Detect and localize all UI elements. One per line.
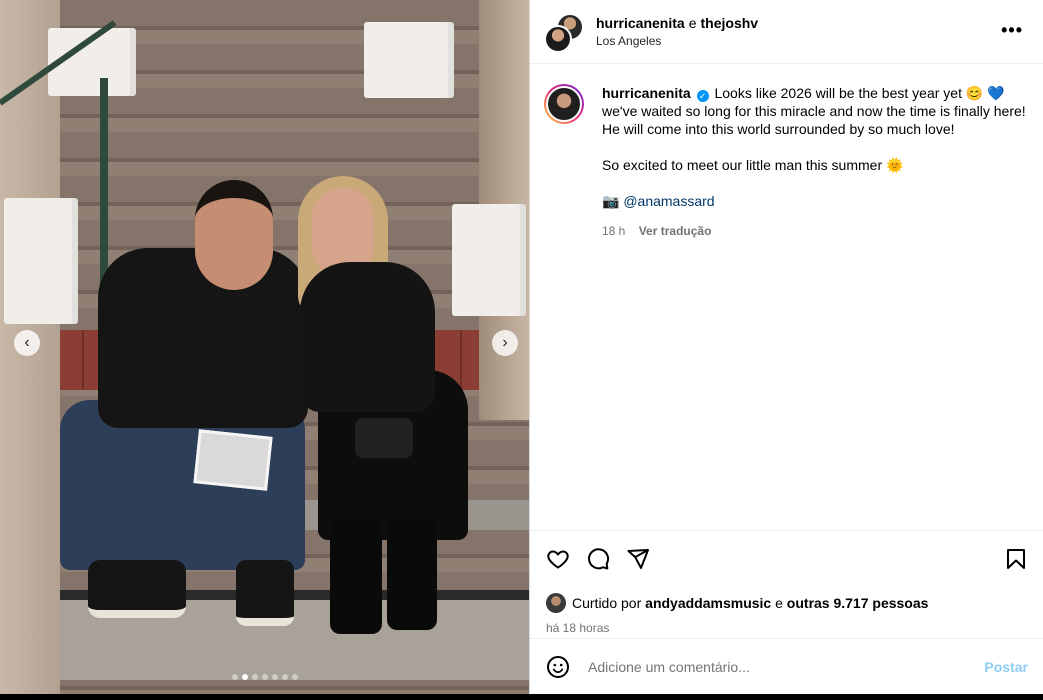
caption-body: hurricanenita ✓ Looks like 2026 will be … <box>602 84 1029 240</box>
heart-icon[interactable] <box>546 547 570 571</box>
location-link[interactable]: Los Angeles <box>596 34 758 48</box>
photo-woman-boot <box>330 520 382 634</box>
photo-man-shoe <box>236 560 294 626</box>
author-conjunction: e <box>688 15 697 31</box>
mention-link[interactable]: @anamassard <box>623 193 714 209</box>
carousel-prev-button[interactable]: ‹ <box>14 330 40 356</box>
author-link-thejoshv[interactable]: thejoshv <box>701 15 759 31</box>
carousel-dot <box>261 674 268 680</box>
post-side-panel: hurricanenita e thejoshv Los Angeles ••• h… <box>529 0 1043 694</box>
caption-time[interactable]: 18 h <box>602 224 625 238</box>
photo-planter <box>452 204 526 316</box>
verified-icon: ✓ <box>696 90 709 102</box>
post-comment-button[interactable]: Postar <box>984 659 1028 675</box>
carousel-dot <box>271 674 278 680</box>
caption-username[interactable]: hurricanenita <box>602 85 691 101</box>
photo-woman-boot <box>387 520 437 630</box>
collab-avatars[interactable] <box>544 12 584 53</box>
photo-planter <box>364 22 454 98</box>
carousel-dot-active <box>241 674 248 680</box>
carousel-dot <box>251 674 258 680</box>
caption-paragraph: hurricanenita ✓ Looks like 2026 will be … <box>602 84 1029 138</box>
liked-by-prefix: Curtido por <box>572 595 642 611</box>
likes-joiner: e <box>775 595 783 611</box>
photo-man <box>195 180 273 290</box>
photo-sonogram <box>193 429 273 491</box>
comment-input[interactable] <box>586 657 985 676</box>
caption-text-2: So excited to meet our little man this s… <box>602 157 904 173</box>
emoji-icon[interactable] <box>546 655 570 679</box>
carousel-next-button[interactable]: › <box>492 330 518 356</box>
bookmark-icon[interactable] <box>1004 547 1028 571</box>
carousel-dot <box>281 674 288 680</box>
chevron-right-icon: › <box>502 334 508 351</box>
chevron-left-icon: ‹ <box>24 334 30 351</box>
photo-baby-shoes <box>355 418 413 458</box>
avatar <box>544 24 572 53</box>
post-photo: ‹ › <box>0 0 529 694</box>
author-link-hurricanenita[interactable]: hurricanenita <box>596 15 685 31</box>
caption: hurricanenita ✓ Looks like 2026 will be … <box>530 64 1043 240</box>
post-actions: Curtido por andyaddamsmusic e outras 9.7… <box>530 530 1043 635</box>
likes-count-link[interactable]: outras 9.717 pessoas <box>787 595 929 611</box>
post-header: hurricanenita e thejoshv Los Angeles ••• <box>530 0 1043 64</box>
share-icon[interactable] <box>626 547 650 571</box>
liker-link[interactable]: andyaddamsmusic <box>645 595 771 611</box>
post-timestamp: há 18 horas <box>546 621 610 635</box>
camera-icon: 📷 <box>602 193 620 209</box>
action-bar <box>546 545 1028 573</box>
carousel-dot <box>291 674 298 680</box>
comment-icon[interactable] <box>586 547 610 571</box>
photo-man-shoe <box>88 560 186 618</box>
avatar[interactable] <box>544 84 584 124</box>
photo-railing <box>100 78 108 288</box>
avatar[interactable] <box>546 593 566 613</box>
comment-bar: Postar <box>530 638 1043 694</box>
caption-credit: 📷 @anamassard <box>602 192 1029 210</box>
post-authors: hurricanenita e thejoshv <box>596 15 758 31</box>
see-translation-link[interactable]: Ver tradução <box>639 224 712 238</box>
caption-meta: 18 h Ver tradução <box>602 222 1029 240</box>
more-options-icon[interactable]: ••• <box>1001 20 1023 41</box>
carousel-indicator <box>0 674 529 680</box>
photo-woman <box>300 262 435 412</box>
photo-planter <box>4 198 78 324</box>
post-dialog: ‹ › hurricanenita e thejoshv Los Angeles… <box>0 0 1043 694</box>
carousel-dot <box>231 674 238 680</box>
likes-summary: Curtido por andyaddamsmusic e outras 9.7… <box>546 593 1028 613</box>
